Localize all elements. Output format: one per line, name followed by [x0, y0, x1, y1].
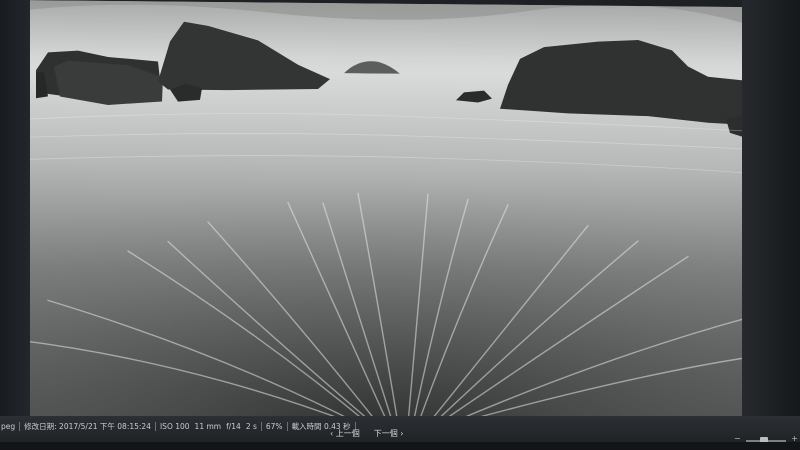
next-image-button[interactable]: 下一個 ›: [374, 428, 404, 439]
focal-length: 11 mm: [194, 422, 222, 431]
separator: [19, 422, 21, 431]
zoom-level: 67%: [265, 422, 283, 431]
image-navigation: ‹ 上一個 下一個 ›: [330, 428, 404, 439]
aperture: f/14: [226, 422, 241, 431]
photo-viewer-image: [8, 0, 750, 436]
separator: [286, 422, 288, 431]
seascape-photo: [8, 0, 750, 436]
monitor-bezel-right: [742, 0, 800, 440]
monitor-bezel-left: [0, 0, 30, 420]
previous-image-button[interactable]: ‹ 上一個: [330, 428, 360, 439]
iso-value: ISO 100: [159, 422, 190, 431]
separator: [260, 422, 262, 431]
modified-date: 修改日期: 2017/5/21 下午 08:15:24: [24, 422, 151, 431]
image-info: peg 修改日期: 2017/5/21 下午 08:15:24 ISO 100 …: [0, 421, 356, 432]
viewer-status-bar: peg 修改日期: 2017/5/21 下午 08:15:24 ISO 100 …: [0, 416, 800, 450]
file-type: peg: [1, 422, 16, 431]
separator: [154, 422, 156, 431]
monitor-bottom-edge: [0, 442, 800, 450]
exposure-time: 2 s: [245, 422, 257, 431]
